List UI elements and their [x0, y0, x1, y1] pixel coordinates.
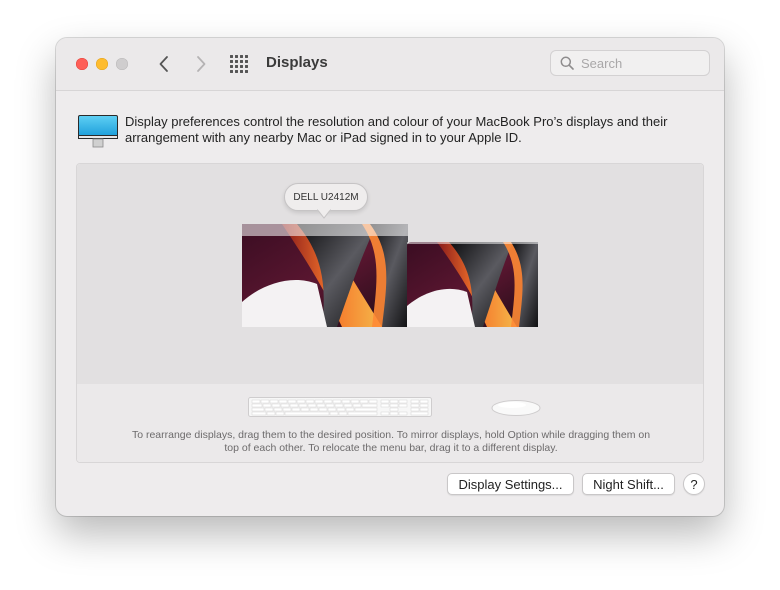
- close-window-button[interactable]: [76, 58, 88, 70]
- display-settings-button[interactable]: Display Settings...: [447, 473, 574, 495]
- system-preferences-window: Displays Display preferences control the…: [56, 38, 724, 516]
- description-text: Display preferences control the resoluti…: [125, 114, 668, 145]
- titlebar: Displays: [56, 38, 724, 91]
- display-name-tooltip: DELL U2412M: [284, 183, 368, 211]
- night-shift-button[interactable]: Night Shift...: [582, 473, 675, 495]
- help-button[interactable]: ?: [683, 473, 705, 495]
- mouse-icon: [491, 400, 541, 416]
- keyboard-icon: [248, 397, 432, 417]
- display-thumbnail-built-in[interactable]: [407, 242, 538, 327]
- minimize-window-button[interactable]: [96, 58, 108, 70]
- chevron-left-icon: [159, 56, 168, 72]
- arrangement-hint: To rearrange displays, drag them to the …: [131, 429, 651, 454]
- display-arrangement-panel: DELL U2412M To rearrange displays, drag …: [76, 163, 704, 463]
- zoom-window-button: [116, 58, 128, 70]
- chevron-right-icon: [197, 56, 206, 72]
- display-icon: [78, 115, 118, 148]
- display-thumbnail-dell[interactable]: [242, 224, 408, 327]
- search-icon: [560, 56, 574, 70]
- back-button[interactable]: [152, 52, 176, 76]
- search-field[interactable]: [550, 50, 710, 76]
- show-all-button[interactable]: [230, 55, 250, 73]
- tooltip-pointer: [317, 209, 331, 219]
- search-input[interactable]: [581, 54, 701, 72]
- forward-button[interactable]: [189, 52, 213, 76]
- window-title: Displays: [266, 54, 328, 71]
